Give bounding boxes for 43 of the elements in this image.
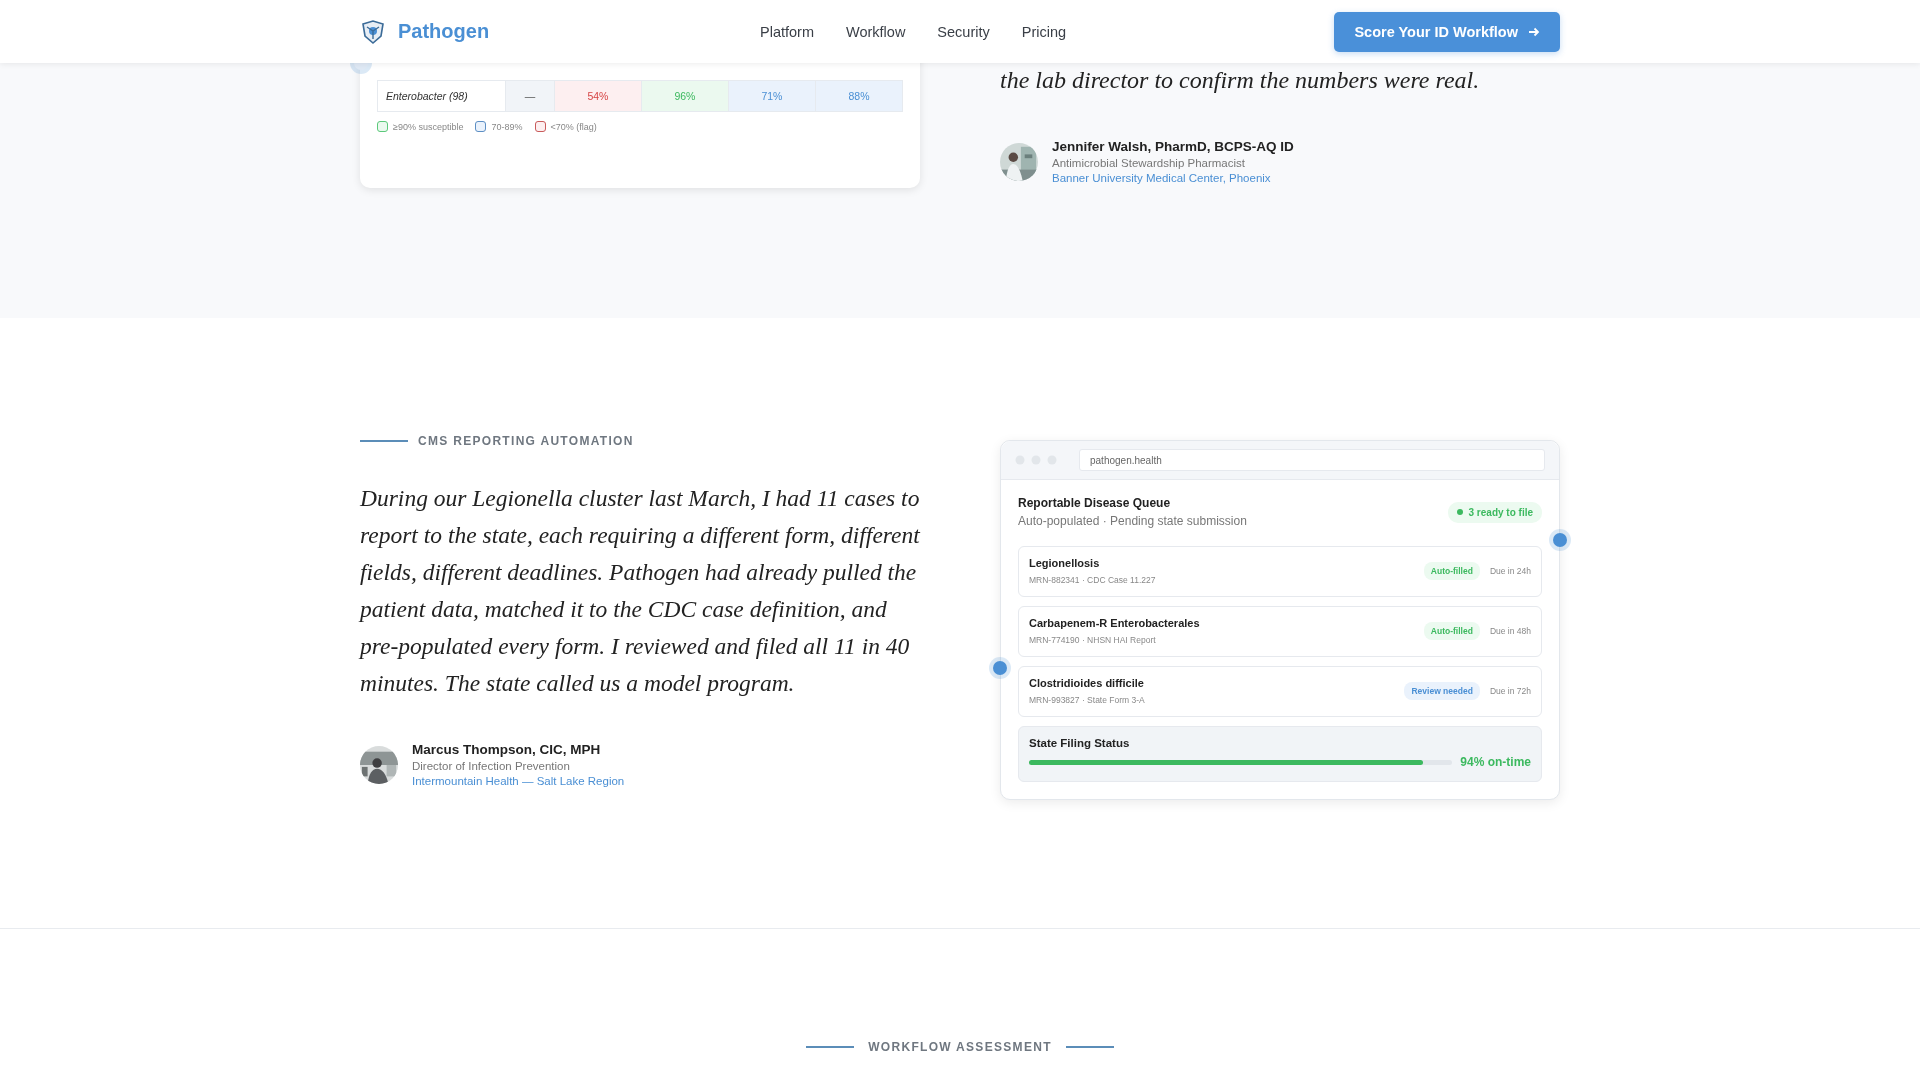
author-organization-link[interactable]: Intermountain Health — Salt Lake Region [412,775,625,787]
disease-name: Clostridioides difficile [1029,677,1145,689]
author-role: Antimicrobial Stewardship Pharmacist [1052,157,1247,169]
queue-subtitle: Auto-populated · Pending state submission [1018,514,1247,528]
queue-title: Reportable Disease Queue [1018,496,1172,510]
table-cell: 88% [815,80,903,112]
address-field[interactable]: pathogen.health [1079,449,1545,471]
legend-label: <70% (flag) [550,121,597,132]
table-cell: Enterobacter (98) [377,80,506,112]
status-badge: Review needed [1404,682,1480,700]
queue-item-card[interactable]: Carbapenem-R Enterobacterales MRN-774190 · NHSN HAI Report Auto-filled Due in 48h [1018,606,1542,657]
author-name: Jennifer Walsh, PharmD, BCPS-AQ ID [1052,139,1294,154]
case-reference: MRN-882341 · CDC Case 11.227 [1029,575,1157,585]
nav-link[interactable]: Platform [760,23,814,40]
status-badge: Auto-filled [1423,562,1480,580]
legend-label: ≥90% susceptible [393,121,464,132]
on-time-reading: 94% on-time [1460,755,1531,769]
nav-link[interactable]: Workflow [846,23,906,40]
case-reference: MRN-993827 · State Form 3-A [1029,695,1146,705]
due-time: Due in 24h [1489,566,1531,576]
due-time: Due in 72h [1489,686,1531,696]
table-cell: — [505,80,555,112]
testimonial-quote: the lab director to confirm the numbers were real. [1000,66,1481,95]
disease-name: Legionellosis [1029,557,1101,569]
nav-link[interactable]: Security [937,23,990,40]
nav-link[interactable]: Pricing [1021,23,1067,40]
due-time: Due in 48h [1489,626,1531,636]
table-cell: 71% [728,80,816,112]
author-role: Director of Infection Prevention [412,760,571,772]
legend-label: 70-89% [491,121,523,132]
queue-item-card[interactable]: Clostridioides difficile MRN-993827 · State Form 3-A Review needed Due in 72h [1018,666,1542,717]
filing-status-title: State Filing Status [1029,737,1131,749]
author-name: Marcus Thompson, CIC, MPH [412,742,602,757]
table-cell: 54% [554,80,642,112]
case-reference: MRN-774190 · NHSN HAI Report [1029,635,1157,645]
ready-status-badge: 3 ready to file [1447,501,1542,523]
disease-name: Carbapenem-R Enterobacterales [1029,617,1201,629]
queue-item-card[interactable]: Legionellosis MRN-882341 · CDC Case 11.227 Auto-filled Due in 24h [1018,546,1542,597]
table-cell: 96% [641,80,729,112]
testimonial-quote: During our Legionella cluster last March, I had 11 cases to report to the state, each requiring a different form, different fields, different deadlines. Pathogen had already pulled the patient data, matched it to the CDC case definition, and pre-populated every form. I reviewed and filed all 11 in 40 minutes. The state called us a model program. [360,484,920,698]
section-eyebrow: CMS REPORTING AUTOMATION [418,434,634,448]
status-badge: Auto-filled [1423,622,1480,640]
section-eyebrow: WORKFLOW ASSESSMENT [868,1040,1052,1054]
